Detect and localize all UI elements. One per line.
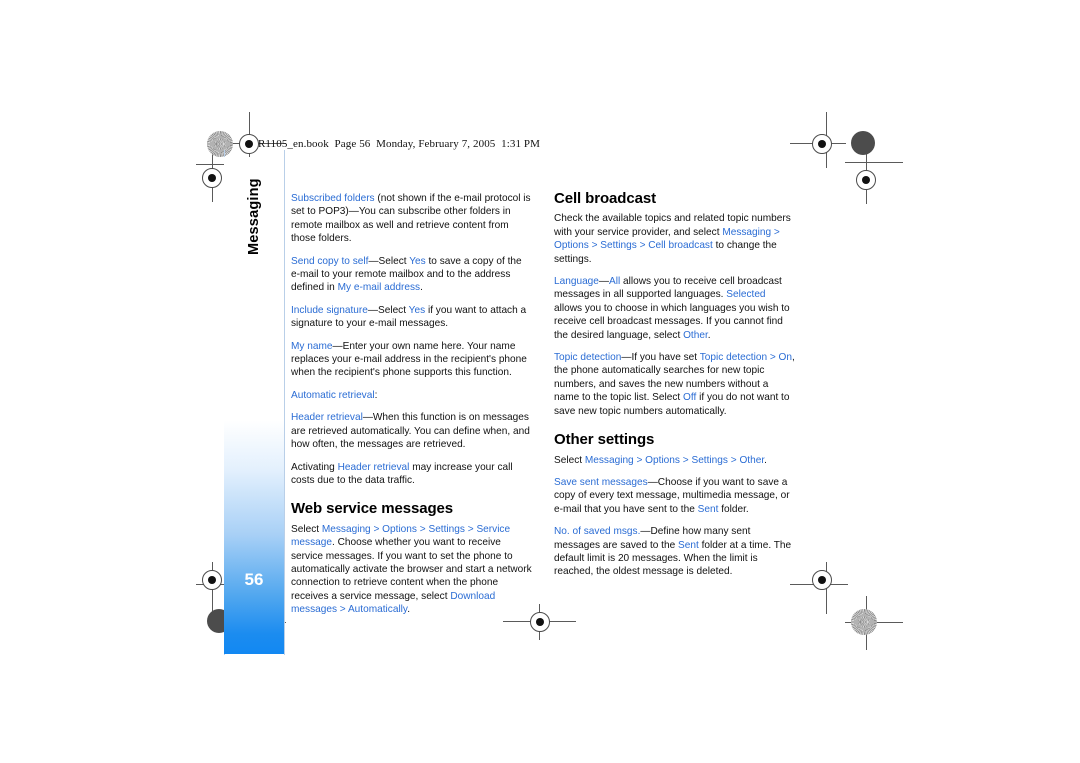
paragraph-include-signature: Include signature—Select Yes if you want… <box>291 304 532 331</box>
term-send-copy-to-self: Send copy to self <box>291 255 369 267</box>
crop-mark-line <box>845 162 903 163</box>
paragraph-text: —If you have set <box>621 352 700 364</box>
term-no-of-saved-msgs: No. of saved msgs. <box>554 526 641 538</box>
term-topic-detection: Topic detection <box>554 352 622 364</box>
heading-web-service-messages: Web service messages <box>291 500 453 518</box>
paragraph-send-copy-to-self: Send copy to self—Select Yes to save a c… <box>291 255 532 295</box>
paragraph-web-service-messages: Select Messaging > Options > Settings > … <box>291 523 532 617</box>
paragraph-cell-broadcast: Check the available topics and related t… <box>554 212 795 266</box>
screen-angle-dot <box>851 131 875 155</box>
paragraph-text: Activating <box>291 461 338 473</box>
paragraph-text: Select <box>554 454 585 466</box>
term-include-signature: Include signature <box>291 304 368 316</box>
term-save-sent-messages: Save sent messages <box>554 476 648 488</box>
value-all: All <box>609 276 621 288</box>
book-file-header: R1105_en.book Page 56 Monday, February 7… <box>258 138 541 150</box>
paragraph-my-name: My name—Enter your own name here. Your n… <box>291 340 532 380</box>
paragraph-text: — <box>598 276 610 288</box>
paragraph-activating-header-retrieval: Activating Header retrieval may increase… <box>291 461 532 488</box>
registration-mark <box>530 612 550 632</box>
registration-mark <box>812 570 832 590</box>
registration-mark <box>856 170 876 190</box>
paragraph-text: —Select <box>368 255 410 267</box>
paragraph-text: —Select <box>367 304 409 316</box>
paragraph-text: folder. <box>718 503 749 515</box>
paragraph-select-other: Select Messaging > Options > Settings > … <box>554 454 795 467</box>
left-text-column: Subscribed folders (not shown if the e-m… <box>291 192 532 626</box>
value-selected: Selected <box>726 289 766 301</box>
folder-sent: Sent <box>678 539 699 551</box>
value-other: Other <box>683 329 708 341</box>
layout-guide <box>284 150 285 655</box>
paragraph-header-retrieval: Header retrieval—When this function is o… <box>291 411 532 451</box>
term-my-email-address: My e-mail address <box>337 282 421 294</box>
registration-mark <box>202 168 222 188</box>
term-header-retrieval: Header retrieval <box>291 412 363 424</box>
paragraph-text: Select <box>291 523 322 535</box>
heading-cell-broadcast: Cell broadcast <box>554 190 656 207</box>
paragraph-text: . <box>420 282 423 294</box>
paragraph-text: . <box>407 604 411 616</box>
right-text-column: Cell broadcast Check the available topic… <box>554 190 795 588</box>
term-header-retrieval: Header retrieval <box>337 461 410 473</box>
menu-path: Messaging > Options > Settings > Other <box>584 454 765 466</box>
registration-mark <box>812 134 832 154</box>
screen-angle-dot <box>851 609 877 635</box>
paragraph-topic-detection: Topic detection—If you have set Topic de… <box>554 351 795 418</box>
screen-angle-dot <box>207 131 233 157</box>
registration-mark <box>239 134 259 154</box>
term-subscribed-folders: Subscribed folders <box>291 193 375 204</box>
paragraph-text: : <box>374 389 378 401</box>
heading-other-settings: Other settings <box>554 431 655 449</box>
registration-mark <box>202 570 222 590</box>
menu-path-topic-detection-on: Topic detection > On <box>699 352 793 364</box>
paragraph-no-of-saved-msgs: No. of saved msgs.—Define how many sent … <box>554 525 795 579</box>
paragraph-text: . <box>707 329 711 341</box>
paragraph-automatic-retrieval: Automatic retrieval: <box>291 389 532 402</box>
term-my-name: My name <box>291 340 333 352</box>
value-off: Off <box>683 392 697 404</box>
value-yes: Yes <box>409 255 426 267</box>
paragraph-language: Language—All allows you to receive cell … <box>554 275 795 342</box>
paragraph-text: . <box>764 454 767 466</box>
value-yes: Yes <box>408 304 426 316</box>
paragraph-text: allows you to choose in which languages … <box>554 302 790 341</box>
term-language: Language <box>554 276 599 288</box>
page-number: 56 <box>244 570 264 589</box>
folder-sent: Sent <box>697 503 719 515</box>
chapter-tab-label: Messaging <box>246 178 262 256</box>
paragraph-subscribed-folders: Subscribed folders (not shown if the e-m… <box>291 192 532 246</box>
paragraph-save-sent-messages: Save sent messages—Choose if you want to… <box>554 476 795 516</box>
term-automatic-retrieval: Automatic retrieval <box>291 389 375 401</box>
